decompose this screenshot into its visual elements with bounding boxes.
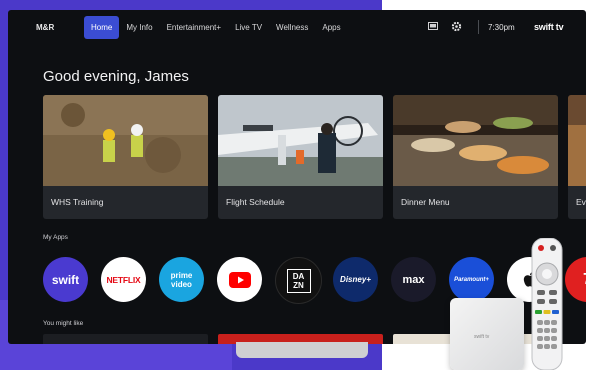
nav-apps[interactable]: Apps xyxy=(315,16,347,39)
youtube-icon xyxy=(228,271,251,288)
nav-my-info[interactable]: My Info xyxy=(119,16,159,39)
whs-training-thumbnail xyxy=(43,95,208,186)
app-youtube[interactable] xyxy=(217,257,262,302)
gear-icon[interactable] xyxy=(451,21,462,32)
nav-home[interactable]: Home xyxy=(84,16,120,39)
app-dazn[interactable]: DA ZN xyxy=(275,257,322,304)
flight-schedule-thumbnail xyxy=(218,95,383,186)
app-label: Paramount+ xyxy=(454,276,489,283)
app-label: max xyxy=(402,273,425,286)
set-top-box: swift tv xyxy=(450,298,524,370)
my-apps-title: My Apps xyxy=(43,234,68,241)
topbar-divider xyxy=(478,20,479,34)
app-label: DA ZN xyxy=(286,268,311,293)
brand-label: M&R xyxy=(36,23,55,32)
you-might-like-title: You might like xyxy=(43,320,84,327)
app-paramount-plus[interactable]: Paramount+ xyxy=(449,257,494,302)
top-bar: M&R Home My Info Entertainment+ Live TV … xyxy=(8,10,586,46)
app-7plus[interactable]: 7 xyxy=(565,257,586,302)
app-prime-video[interactable]: prime video xyxy=(159,257,204,302)
app-label: 7 xyxy=(583,271,586,289)
swift-tv-logo: swift tv xyxy=(534,22,564,32)
events-thumbnail xyxy=(568,95,586,186)
card-label: WHS Training xyxy=(51,197,104,207)
card-flight-schedule[interactable]: Flight Schedule xyxy=(218,95,383,219)
clock: 7:30pm xyxy=(488,23,515,32)
card-label: Flight Schedule xyxy=(226,197,285,207)
device-brand-label: swift tv xyxy=(474,334,490,340)
app-label: NETFLIX xyxy=(106,274,141,285)
app-label: Disney+ xyxy=(340,275,371,284)
tv-screen: M&R Home My Info Entertainment+ Live TV … xyxy=(8,10,586,344)
suggestion-card[interactable] xyxy=(43,334,208,344)
card-dinner-menu[interactable]: Dinner Menu xyxy=(393,95,558,219)
app-max[interactable]: max xyxy=(391,257,436,302)
app-swift[interactable]: swift xyxy=(43,257,88,302)
app-label: swift xyxy=(51,272,80,287)
app-netflix[interactable]: NETFLIX xyxy=(101,257,146,302)
nav-wellness[interactable]: Wellness xyxy=(269,16,315,39)
cast-icon[interactable] xyxy=(428,22,438,31)
remote-control xyxy=(531,238,563,370)
card-label: Dinner Menu xyxy=(401,197,450,207)
greeting-title: Good evening, James xyxy=(43,68,189,85)
card-whs-training[interactable]: WHS Training xyxy=(43,95,208,219)
card-label: Eve xyxy=(576,197,586,207)
dinner-menu-thumbnail xyxy=(393,95,558,186)
main-nav: Home My Info Entertainment+ Live TV Well… xyxy=(84,16,348,39)
card-events[interactable]: Eve xyxy=(568,95,586,219)
app-disney-plus[interactable]: Disney+ xyxy=(333,257,378,302)
nav-live-tv[interactable]: Live TV xyxy=(228,16,269,39)
tv-stand xyxy=(236,342,368,358)
app-label: prime video xyxy=(170,270,193,289)
nav-entertainment[interactable]: Entertainment+ xyxy=(160,16,228,39)
